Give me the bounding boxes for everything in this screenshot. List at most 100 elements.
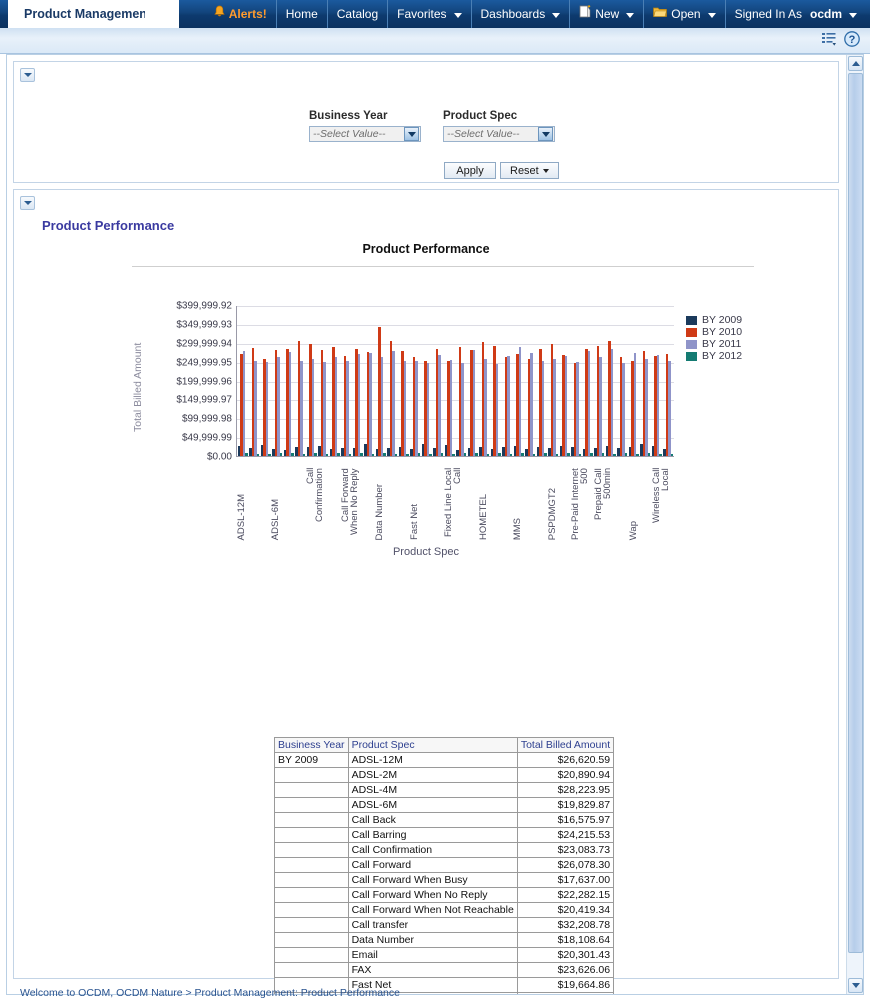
chart-plot-area[interactable] bbox=[236, 306, 674, 457]
nav-favorites[interactable]: Favorites bbox=[387, 0, 470, 28]
scrollbar-thumb[interactable] bbox=[848, 73, 863, 953]
scroll-up-button[interactable] bbox=[848, 56, 863, 71]
bar-group[interactable] bbox=[456, 306, 468, 456]
bar-group[interactable] bbox=[375, 306, 387, 456]
bar-group[interactable] bbox=[341, 306, 353, 456]
bar[interactable] bbox=[487, 454, 489, 456]
bar-group[interactable] bbox=[525, 306, 537, 456]
bar[interactable] bbox=[484, 359, 486, 456]
bar-group[interactable] bbox=[272, 306, 284, 456]
bar[interactable] bbox=[277, 357, 279, 456]
bar[interactable] bbox=[464, 453, 466, 456]
table-row[interactable]: Call Confirmation$23,083.73 bbox=[275, 843, 614, 858]
bar-group[interactable] bbox=[536, 306, 548, 456]
bar[interactable] bbox=[544, 453, 546, 456]
bar[interactable] bbox=[519, 347, 521, 456]
bar[interactable] bbox=[243, 351, 245, 456]
bar-group[interactable] bbox=[490, 306, 502, 456]
bar[interactable] bbox=[268, 454, 270, 456]
bar[interactable] bbox=[542, 361, 544, 456]
bar-group[interactable] bbox=[249, 306, 261, 456]
nav-alerts[interactable]: Alerts! bbox=[210, 0, 276, 28]
col-product-spec[interactable]: Product Spec bbox=[348, 738, 517, 753]
bar[interactable] bbox=[452, 454, 454, 456]
table-row[interactable]: Call Forward When Not Reachable$20,419.3… bbox=[275, 903, 614, 918]
bar[interactable] bbox=[625, 453, 627, 456]
bar[interactable] bbox=[634, 353, 636, 456]
page-options-icon[interactable] bbox=[822, 32, 837, 49]
bar[interactable] bbox=[395, 454, 397, 456]
bar[interactable] bbox=[314, 453, 316, 456]
prompt-section-collapse-toggle[interactable] bbox=[20, 68, 35, 82]
bar-group[interactable] bbox=[663, 306, 675, 456]
bar-group[interactable] bbox=[283, 306, 295, 456]
bar-group[interactable] bbox=[433, 306, 445, 456]
bar-group[interactable] bbox=[237, 306, 249, 456]
bar[interactable] bbox=[418, 453, 420, 456]
bar-group[interactable] bbox=[410, 306, 422, 456]
col-business-year[interactable]: Business Year bbox=[275, 738, 349, 753]
bar-group[interactable] bbox=[548, 306, 560, 456]
product-spec-select[interactable]: --Select Value-- bbox=[443, 126, 555, 142]
bar[interactable] bbox=[300, 361, 302, 457]
bar[interactable] bbox=[636, 454, 638, 456]
bar[interactable] bbox=[645, 359, 647, 456]
bar[interactable] bbox=[349, 454, 351, 456]
bar[interactable] bbox=[590, 453, 592, 456]
bar[interactable] bbox=[289, 352, 291, 456]
scroll-down-button[interactable] bbox=[848, 978, 863, 993]
bar[interactable] bbox=[671, 454, 673, 456]
nav-open[interactable]: Open bbox=[643, 0, 724, 28]
table-row[interactable]: ADSL-2M$20,890.94 bbox=[275, 768, 614, 783]
apply-button[interactable]: Apply bbox=[444, 162, 496, 179]
table-row[interactable]: Call transfer$32,208.78 bbox=[275, 918, 614, 933]
table-row[interactable]: ADSL-4M$28,223.95 bbox=[275, 783, 614, 798]
bar-group[interactable] bbox=[651, 306, 663, 456]
bar[interactable] bbox=[266, 362, 268, 456]
legend-item[interactable]: BY 2010 bbox=[686, 326, 742, 338]
bar[interactable] bbox=[530, 353, 532, 456]
bar[interactable] bbox=[576, 362, 578, 456]
bar[interactable] bbox=[335, 357, 337, 456]
bar[interactable] bbox=[360, 453, 362, 456]
table-row[interactable]: Data Number$18,108.64 bbox=[275, 933, 614, 948]
bar[interactable] bbox=[579, 454, 581, 456]
table-row[interactable]: FAX$23,626.06 bbox=[275, 963, 614, 978]
bar[interactable] bbox=[475, 453, 477, 456]
bar-group[interactable] bbox=[640, 306, 652, 456]
bar[interactable] bbox=[254, 361, 256, 457]
bar[interactable] bbox=[303, 454, 305, 456]
bar-group[interactable] bbox=[617, 306, 629, 456]
bar-group[interactable] bbox=[513, 306, 525, 456]
bar[interactable] bbox=[291, 453, 293, 456]
bar[interactable] bbox=[404, 361, 406, 456]
business-year-select[interactable]: --Select Value-- bbox=[309, 126, 421, 142]
bar[interactable] bbox=[507, 356, 509, 456]
reset-button[interactable]: Reset bbox=[500, 162, 559, 179]
bar[interactable] bbox=[565, 356, 567, 456]
legend-item[interactable]: BY 2009 bbox=[686, 314, 742, 326]
bar[interactable] bbox=[602, 453, 604, 456]
table-row[interactable]: Call Forward$26,078.30 bbox=[275, 858, 614, 873]
bar-group[interactable] bbox=[387, 306, 399, 456]
dashboard-vertical-scrollbar[interactable] bbox=[846, 55, 863, 994]
bar-group[interactable] bbox=[421, 306, 433, 456]
bar-group[interactable] bbox=[594, 306, 606, 456]
bar[interactable] bbox=[427, 363, 429, 456]
bar-group[interactable] bbox=[559, 306, 571, 456]
help-icon[interactable]: ? bbox=[844, 31, 860, 50]
bar-group[interactable] bbox=[352, 306, 364, 456]
bar[interactable] bbox=[622, 363, 624, 456]
bar[interactable] bbox=[381, 357, 383, 456]
bar[interactable] bbox=[668, 361, 670, 456]
dropdown-arrow-icon[interactable] bbox=[404, 127, 419, 141]
bar[interactable] bbox=[326, 454, 328, 456]
bar[interactable] bbox=[245, 453, 247, 456]
bar-group[interactable] bbox=[479, 306, 491, 456]
bar[interactable] bbox=[312, 359, 314, 456]
bar[interactable] bbox=[611, 349, 613, 456]
bar[interactable] bbox=[392, 351, 394, 456]
bar-group[interactable] bbox=[467, 306, 479, 456]
bar[interactable] bbox=[553, 359, 555, 456]
bar-group[interactable] bbox=[444, 306, 456, 456]
